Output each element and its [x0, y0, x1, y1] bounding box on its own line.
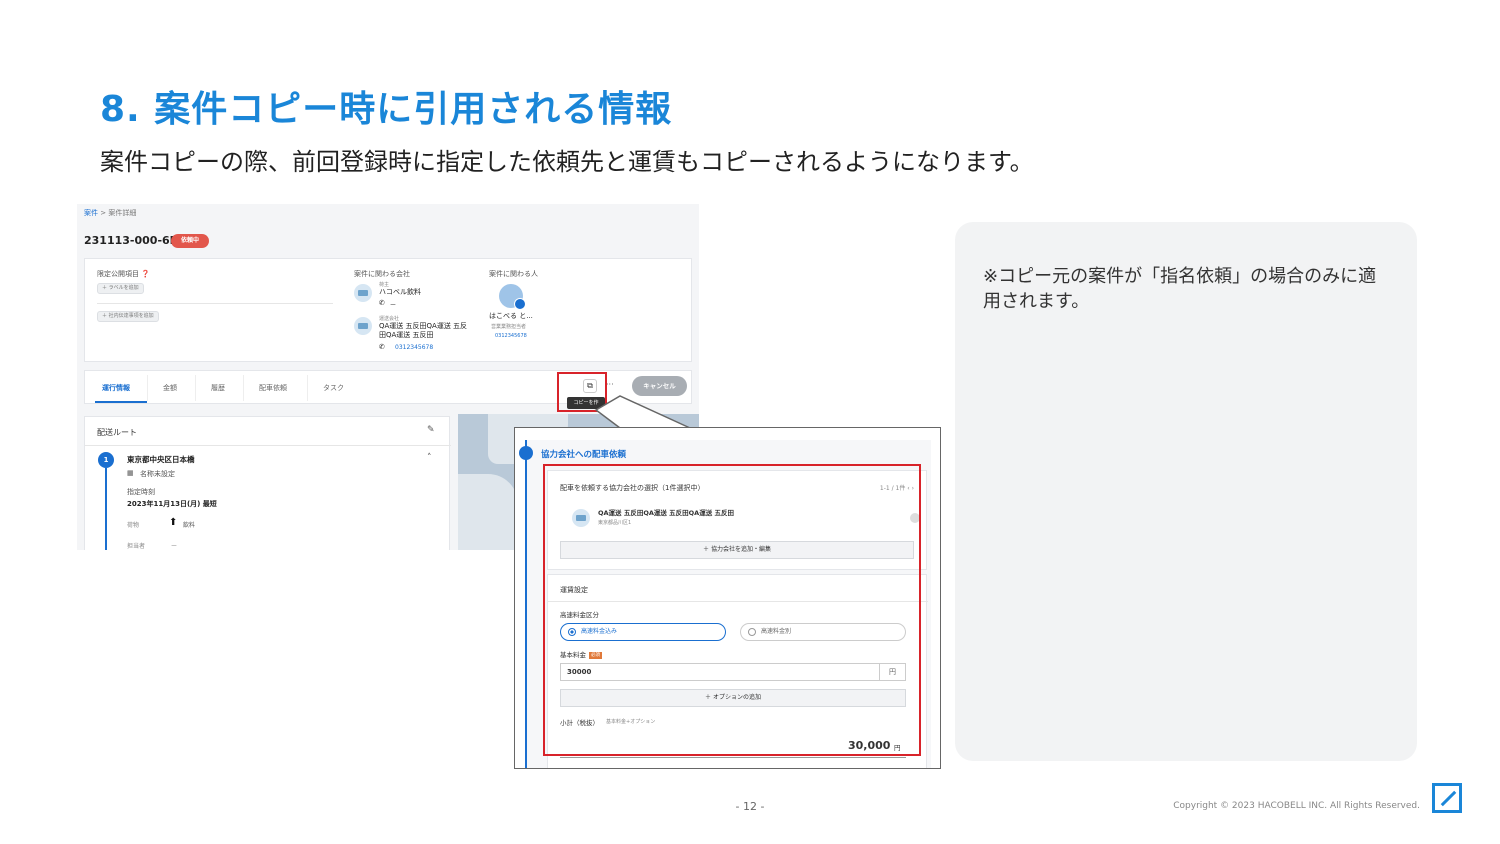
delivery-route-card: 配送ルート ✎ 1 東京都中央区日本橋 ˄ ▦ 名称未設定 指定時刻 2023年… — [84, 416, 451, 550]
stop-address: 東京都中央区日本橋 — [127, 455, 195, 464]
cargo-value: 飲料 — [183, 522, 196, 529]
cargo-label: 荷物 — [127, 522, 140, 529]
company-logo-icon — [1432, 783, 1462, 813]
time-label: 指定時刻 — [127, 488, 155, 496]
tab-history[interactable]: 履歴 — [211, 383, 225, 393]
slide-title: 8. 案件コピー時に引用される情報 — [100, 89, 673, 130]
more-menu-button[interactable]: ··· — [606, 380, 614, 389]
route-title: 配送ルート — [97, 428, 137, 437]
divider — [97, 303, 333, 304]
copied-fields-highlight — [543, 464, 921, 756]
breadcrumb: 案件 > 案件詳細 — [84, 208, 136, 218]
dispatch-request-zoom: 協力会社への配車依頼 配車を依頼する協力会社の選択（1件選択中） 1-1 / 1… — [514, 427, 941, 769]
limited-items-label: 限定公開項目 ❓ — [97, 270, 150, 278]
breadcrumb-separator: > — [100, 209, 107, 217]
shipper-company-icon — [354, 284, 372, 302]
add-internal-note-button[interactable]: ＋ 社内伝達事項を追加 — [97, 311, 159, 322]
shipper-role: 荷主 — [379, 282, 390, 288]
map-landmass — [458, 474, 518, 550]
note-panel: ※コピー元の案件が「指名依頼」の場合のみに適用されます。 — [955, 222, 1417, 761]
cargo-arrow-icon: ⬆ — [169, 517, 178, 528]
dispatch-request-header: 協力会社への配車依頼 — [541, 450, 627, 460]
phone-icon: ✆ — [379, 299, 385, 307]
breadcrumb-root[interactable]: 案件 — [84, 209, 98, 217]
tab-divider — [147, 375, 148, 401]
status-badge: 依頼中 — [171, 234, 209, 248]
tab-divider — [195, 375, 196, 401]
person-phone[interactable]: 0312345678 — [495, 333, 527, 339]
carrier-phone[interactable]: 0312345678 — [395, 344, 433, 351]
phone-icon: ✆ — [379, 343, 385, 351]
divider — [85, 445, 451, 446]
carrier-role: 運送会社 — [379, 316, 400, 322]
truck-icon — [519, 446, 533, 460]
breadcrumb-current: 案件詳細 — [108, 209, 137, 217]
divider — [560, 757, 906, 758]
tab-divider — [307, 375, 308, 401]
shipper-name: ハコベル飲料 — [379, 288, 421, 296]
carrier-name: QA運送 五反田QA運送 五反田QA運送 五反田 — [379, 322, 468, 339]
handler-value: ー — [171, 543, 178, 550]
add-label-button[interactable]: ＋ ラベルを追加 — [97, 283, 144, 294]
people-label: 案件に関わる人 — [489, 270, 538, 278]
tab-divider — [243, 375, 244, 401]
edit-pencil-icon[interactable]: ✎ — [427, 425, 435, 435]
tab-dispatch-request[interactable]: 配車依頼 — [259, 383, 287, 393]
time-value: 2023年11月13日(月) 最短 — [127, 500, 217, 508]
cancel-button[interactable]: キャンセル — [632, 376, 687, 396]
copyright: Copyright © 2023 HACOBELL INC. All Right… — [1173, 801, 1420, 811]
avatar[interactable] — [499, 284, 526, 310]
copy-button-highlight — [557, 372, 607, 412]
companies-label: 案件に関わる会社 — [354, 270, 410, 278]
place-name: 名称未設定 — [140, 470, 175, 478]
building-icon: ▦ — [127, 469, 134, 477]
tab-tasks[interactable]: タスク — [323, 383, 344, 393]
note-text: ※コピー元の案件が「指名依頼」の場合のみに適用されます。 — [983, 266, 1377, 312]
stop-number: 1 — [98, 452, 114, 468]
person-department: 営業業務担当者 — [491, 324, 527, 330]
handler-label: 担当者 — [127, 543, 146, 550]
person-name: はこべる と... — [489, 312, 533, 320]
active-tab-indicator — [95, 401, 147, 403]
slide-subtitle: 案件コピーの際、前回登録時に指定した依頼先と運賃もコピーされるようになります。 — [100, 148, 1034, 176]
tab-operation-info[interactable]: 運行情報 — [102, 383, 130, 393]
collapse-chevron-icon[interactable]: ˄ — [427, 453, 432, 463]
route-line — [105, 468, 107, 550]
page-number: - 12 - — [735, 800, 765, 813]
shipper-phone: ー — [390, 302, 397, 309]
tab-amount[interactable]: 金額 — [163, 383, 177, 393]
carrier-company-icon — [354, 317, 372, 335]
case-info-card: 限定公開項目 ❓ ＋ ラベルを追加 ＋ 社内伝達事項を追加 案件に関わる会社 荷… — [84, 258, 692, 362]
